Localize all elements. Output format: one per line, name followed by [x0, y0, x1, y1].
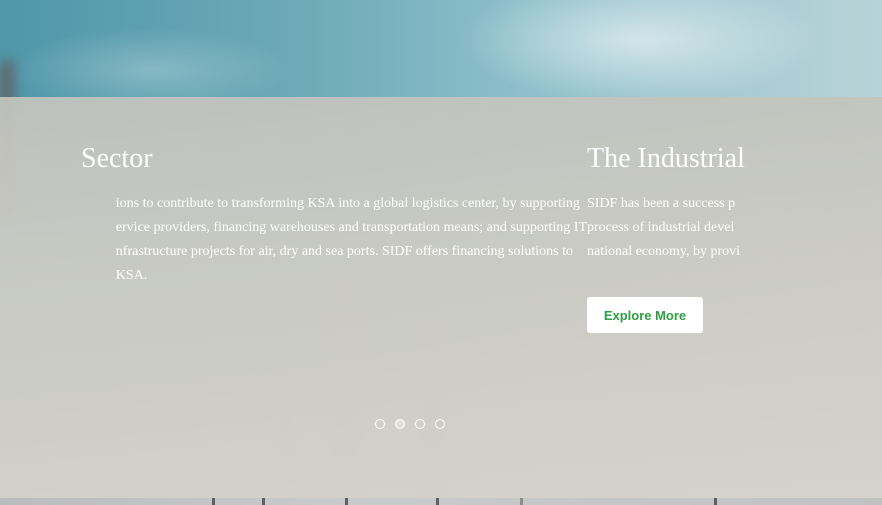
- slide-title: Sector: [81, 143, 153, 174]
- slide-text-line: process of industrial devel: [587, 220, 735, 235]
- slide-panel-previous[interactable]: Sector ions to contribute to transformin…: [75, 97, 587, 498]
- carousel-dot-active[interactable]: [395, 419, 405, 429]
- hero-banner: Sector ions to contribute to transformin…: [0, 0, 882, 498]
- carousel-pagination: [375, 419, 445, 429]
- slide-text-line: national economy, by provi: [587, 244, 741, 259]
- slide-text-line: nfrastructure projects for air, dry and …: [115, 244, 573, 259]
- carousel-dot[interactable]: [375, 419, 385, 429]
- carousel-dot[interactable]: [415, 419, 425, 429]
- slide-title: The Industrial: [587, 143, 745, 174]
- carousel-dot[interactable]: [435, 419, 445, 429]
- slider-overlay: Sector ions to contribute to transformin…: [0, 97, 882, 498]
- slide-description: ions to contribute to transforming KSA i…: [116, 192, 587, 288]
- slide-text-line: SIDF has been a success p: [587, 196, 736, 211]
- explore-more-button[interactable]: Explore More: [587, 297, 703, 333]
- slide-description: SIDF has been a success p process of ind…: [587, 192, 740, 264]
- slide-text-line: ervice providers, financing warehouses a…: [115, 220, 587, 235]
- next-section-image-strip: [0, 498, 882, 505]
- slide-text-line: ions to contribute to transforming KSA i…: [115, 196, 580, 211]
- slide-text-line: KSA.: [115, 268, 148, 283]
